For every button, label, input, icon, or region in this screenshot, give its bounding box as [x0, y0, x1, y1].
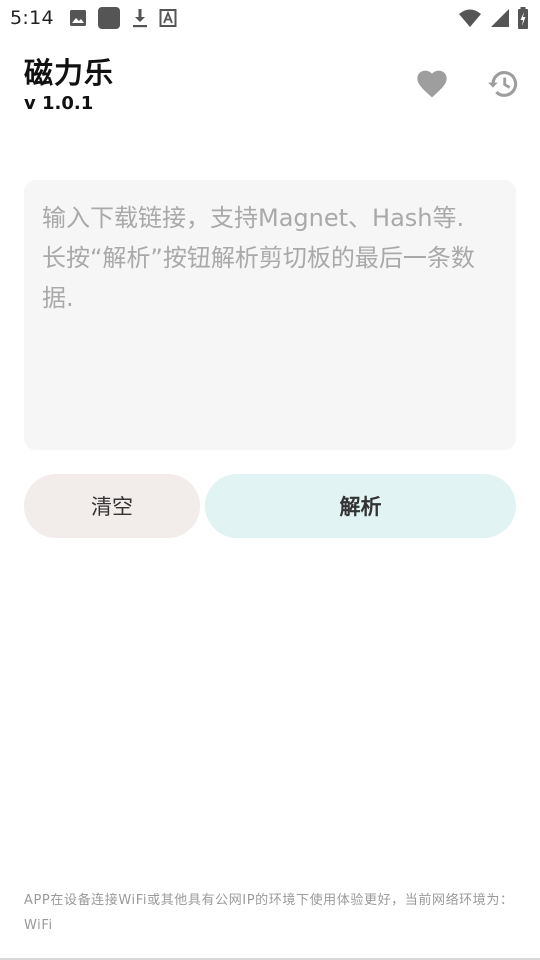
- favorites-button[interactable]: [410, 62, 454, 106]
- clear-button[interactable]: 清空: [24, 474, 200, 538]
- link-input[interactable]: [24, 180, 516, 450]
- history-button[interactable]: [482, 62, 526, 106]
- font-a-icon: [159, 9, 177, 27]
- signal-icon: [491, 9, 509, 27]
- app-title: 磁力乐: [24, 56, 115, 90]
- app-screen: 5:14 磁力乐 v 1.0.1 输入下载链接，支持Magnet、Hash等. …: [0, 0, 540, 960]
- battery-charging-icon: [518, 7, 528, 29]
- system-icons: [458, 6, 530, 30]
- history-icon: [488, 71, 518, 97]
- notification-icons: [68, 6, 177, 30]
- heart-icon: [417, 70, 447, 98]
- network-note: APP在设备连接WiFi或其他具有公网IP的环境下使用体验更好，当前网络环境为：…: [24, 893, 514, 933]
- status-time: 5:14: [10, 7, 54, 29]
- status-bar: 5:14: [0, 0, 540, 36]
- image-icon: [70, 10, 86, 26]
- app-square-icon: [98, 7, 120, 29]
- download-icon: [133, 9, 147, 28]
- wifi-icon: [459, 9, 481, 27]
- parse-button[interactable]: 解析: [205, 474, 516, 538]
- app-version: v 1.0.1: [24, 93, 94, 114]
